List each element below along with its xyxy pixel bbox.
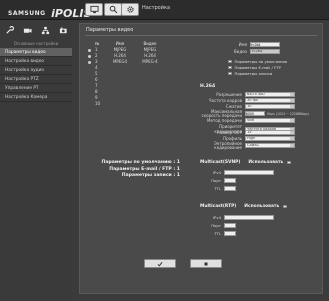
default-profile-checkbox[interactable] xyxy=(228,59,232,64)
resolution-row: Разрешение 640 x 480 xyxy=(195,92,295,97)
name-label: Имя xyxy=(238,42,247,47)
entropy-row: Энтропийное кодирование CABAC xyxy=(195,142,295,149)
entropy-select[interactable]: CABAC xyxy=(245,143,295,148)
live-view-button[interactable] xyxy=(85,3,103,16)
bitrate-control-select[interactable]: VBR xyxy=(245,118,295,123)
sidebar-item-video-profile[interactable]: Параметры видео xyxy=(0,48,72,57)
page-title: Параметры видео xyxy=(86,27,134,33)
video-label: Видео xyxy=(233,49,247,54)
video-profile-panel: Параметры видео № Имя Видео 1 MJPEG MJPEG … xyxy=(79,23,323,294)
sidebar-menu: Параметры видео Настройка видео Настройк… xyxy=(0,48,72,102)
profile-row: Профиль High xyxy=(195,136,295,141)
record-check-row: Параметры записи xyxy=(228,71,272,76)
svnp-port-row: Порт xyxy=(210,178,236,183)
frame-rate-row: Частота кадров 30 fps xyxy=(195,98,295,103)
check-icon xyxy=(157,261,163,267)
sidebar-item-audio-setup[interactable]: Настройка аудио xyxy=(0,66,72,75)
camera-icon xyxy=(23,28,32,33)
gop-size-select[interactable]: 15 xyxy=(245,130,295,135)
sidebar-item-pt-control[interactable]: Управление PT xyxy=(0,84,72,93)
sidebar-item-camera-setup[interactable]: Настройка Камера xyxy=(0,93,72,102)
multicast-rtp-header: Multicast(RTP) Использовать xyxy=(200,204,287,209)
svnp-ip-row: IPv4 xyxy=(210,170,274,175)
top-bar: SAMSUNG iPOLIS Настройка xyxy=(0,0,329,20)
sidebar-category-icons xyxy=(2,24,70,38)
profile-table: № Имя Видео 1 MJPEG MJPEG 2 H.264 H.264 3 MPE… xyxy=(88,41,190,107)
svnp-ttl-input[interactable] xyxy=(224,186,236,191)
setup-button[interactable] xyxy=(121,3,139,16)
rtp-ttl-row: TTL xyxy=(210,231,236,236)
default-profile-check-row: Параметры по умолчанию xyxy=(228,59,287,64)
frame-rate-select[interactable]: 30 fps xyxy=(245,98,295,103)
app-window: SAMSUNG iPOLIS Настройка Основные настро… xyxy=(0,0,329,301)
rtp-port-row: Порт xyxy=(210,223,236,228)
video-field-row: Видео H.264 xyxy=(200,49,280,54)
profile-radio[interactable] xyxy=(88,48,91,52)
multicast-rtp-enable-checkbox[interactable] xyxy=(283,204,287,209)
profile-select[interactable]: High xyxy=(245,136,295,141)
multicast-svnp-header: Multicast(SVNP) Использовать xyxy=(200,160,291,165)
sidebar-subtitle: Основные настройки xyxy=(13,41,59,46)
resolution-select[interactable]: 640 x 480 xyxy=(245,92,295,97)
network-icon xyxy=(41,26,49,35)
monitor-icon xyxy=(89,5,99,14)
rtp-ip-row: IPv4 xyxy=(210,215,274,220)
cancel-button[interactable] xyxy=(190,259,222,268)
search-icon xyxy=(109,5,117,14)
compression-select[interactable]: 10 xyxy=(245,104,295,109)
name-input[interactable] xyxy=(250,42,280,47)
gear-icon xyxy=(126,6,134,13)
default-profile-label: Параметры по умолчанию : 1 xyxy=(101,160,180,165)
rtp-ip-input[interactable] xyxy=(224,215,274,220)
table-row[interactable]: 10 xyxy=(88,101,190,107)
multicast-svnp-enable-checkbox[interactable] xyxy=(287,160,291,165)
svnp-ip-input[interactable] xyxy=(224,170,274,175)
bitrate-range-note: Kbps (1024 ~ 12288Kbps) xyxy=(267,111,310,116)
apply-button[interactable] xyxy=(144,259,176,268)
max-bitrate-input[interactable] xyxy=(245,111,265,116)
record-profile-label: Параметры записи : 1 xyxy=(121,173,180,178)
compression-row: Сжатие 10 xyxy=(195,104,295,109)
h264-section-title: H.264 xyxy=(200,84,216,89)
wrench-icon xyxy=(5,26,14,34)
bitrate-control-row: Метод передачи VBR xyxy=(195,118,295,123)
svnp-ttl-row: TTL xyxy=(210,186,236,191)
video-codec-select[interactable]: H.264 xyxy=(250,49,280,54)
profile-radio[interactable] xyxy=(88,54,91,58)
profile-assignments: Параметры по умолчанию : 1 Параметры E-m… xyxy=(88,160,180,180)
rtp-ttl-input[interactable] xyxy=(224,231,236,236)
logo-brand: SAMSUNG xyxy=(8,10,46,17)
sidebar-item-ptz-setup[interactable]: Настройка PTZ xyxy=(0,75,72,84)
search-button[interactable] xyxy=(104,3,122,16)
sidebar-video-button[interactable] xyxy=(20,24,34,37)
sidebar: Основные настройки Параметры видео Настр… xyxy=(0,20,72,301)
gop-size-row: Размер GOP 15 xyxy=(195,130,295,135)
sidebar-item-video-setup[interactable]: Настройка видео xyxy=(0,57,72,66)
sidebar-network-button[interactable] xyxy=(38,24,52,37)
svnp-port-input[interactable] xyxy=(224,178,236,183)
name-field-row: Имя xyxy=(200,42,280,47)
record-checkbox[interactable] xyxy=(228,71,232,76)
camera-event-icon xyxy=(59,27,67,34)
cancel-icon xyxy=(204,262,208,265)
sidebar-event-button[interactable] xyxy=(56,24,70,37)
email-ftp-checkbox[interactable] xyxy=(228,65,232,70)
settings-title: Настройка xyxy=(142,5,171,11)
rtp-port-input[interactable] xyxy=(224,223,236,228)
sidebar-basic-button[interactable] xyxy=(2,24,16,37)
title-divider xyxy=(85,35,318,36)
profile-radio[interactable] xyxy=(88,60,91,64)
email-ftp-check-row: Параметры E-mail / FTP xyxy=(228,65,281,70)
max-bitrate-row: Максимальная скорость передачи Kbps (102… xyxy=(195,110,310,118)
